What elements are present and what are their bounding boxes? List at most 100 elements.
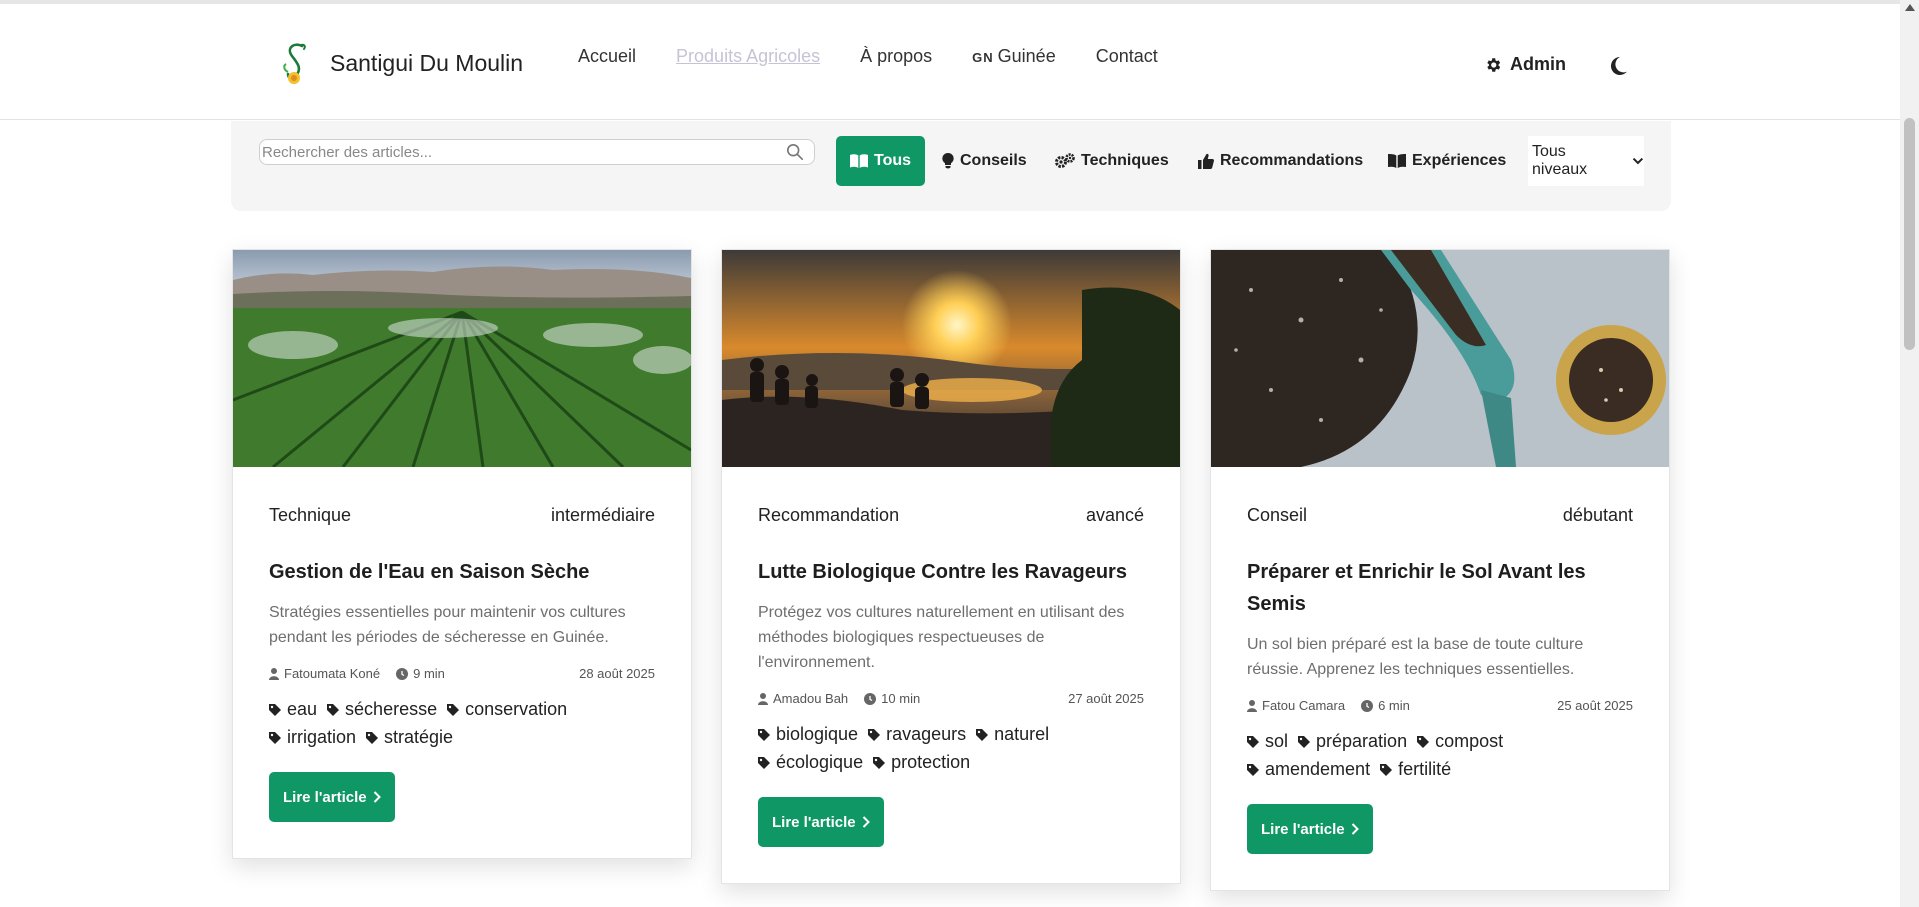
gears-icon [1055,153,1075,168]
article-image-soil-trowel [1211,250,1669,467]
tag[interactable]: ravageurs [868,724,966,745]
article-title[interactable]: Préparer et Enrichir le Sol Avant les Se… [1247,556,1633,620]
article-author: Fatoumata Koné [269,666,380,681]
chevron-down-icon [1632,157,1644,165]
article-date: 25 août 2025 [1557,698,1633,713]
article-author-name: Amadou Bah [773,691,849,706]
nav-link-accueil[interactable]: Accueil [578,46,636,67]
read-article-label: Lire l'article [772,813,856,831]
tag[interactable]: protection [873,752,970,773]
search-input[interactable] [260,140,780,164]
tag[interactable]: stratégie [366,727,453,748]
tag-label: protection [891,752,971,772]
read-article-label: Lire l'article [283,788,367,806]
open-book-icon [850,154,868,168]
nav-link-produits-agricoles[interactable]: Produits Agricoles [676,46,820,67]
article-card: Conseil débutant Préparer et Enrichir le… [1210,249,1670,891]
tag-label: biologique [776,724,859,744]
tag-icon [447,703,460,716]
brand-name: Santigui Du Moulin [330,49,524,76]
lightbulb-icon [942,153,954,169]
tag-icon [868,728,881,741]
tag-icon [976,728,989,741]
page: Santigui Du Moulin Accueil Produits Agri… [0,0,1919,907]
gear-icon [1487,57,1501,72]
nav-link-a-propos[interactable]: À propos [860,46,932,67]
filter-recommandations-label: Recommandations [1220,152,1364,169]
article-title[interactable]: Gestion de l'Eau en Saison Sèche [269,556,655,588]
filter-recommandations-button[interactable]: Recommandations [1198,136,1363,186]
tag-icon [269,731,281,744]
user-icon [269,667,279,680]
filter-conseils-button[interactable]: Conseils [942,136,1027,186]
tag[interactable]: sol [1247,731,1288,752]
article-info: Fatoumata Koné 9 min 28 août 2025 [269,666,655,681]
article-info-left: Fatoumata Koné 9 min [269,666,445,681]
article-category: Recommandation [758,505,900,525]
card-body: Conseil débutant Préparer et Enrichir le… [1211,467,1669,890]
tag[interactable]: sécheresse [327,699,437,720]
admin-label: Admin [1510,54,1566,74]
main-nav: Accueil Produits Agricoles À propos GN Gu… [578,46,1158,67]
admin-button[interactable]: Admin [1484,54,1566,75]
article-tags: sol préparation compost amendement ferti… [1247,731,1577,780]
read-article-button[interactable]: Lire l'article [269,772,395,822]
filter-tous-button[interactable]: Tous [836,136,926,186]
navbar: Santigui Du Moulin Accueil Produits Agri… [0,4,1900,120]
tag[interactable]: biologique [758,724,858,745]
tag-label: stratégie [384,727,454,747]
tag-icon [327,703,340,716]
article-info-left: Amadou Bah 10 min [758,691,920,706]
read-article-button[interactable]: Lire l'article [758,797,884,847]
tag[interactable]: compost [1417,731,1503,752]
card-meta: Recommandation avancé [758,505,1144,526]
article-author-name: Fatou Camara [1262,698,1346,713]
card-body: Recommandation avancé Lutte Biologique C… [722,467,1180,883]
article-category: Technique [269,505,352,525]
nav-link-guinee[interactable]: GN Guinée [972,46,1056,67]
filter-experiences-button[interactable]: Expériences [1388,136,1506,186]
read-article-label: Lire l'article [1261,820,1345,838]
tag[interactable]: eau [269,699,317,720]
article-tags: biologique ravageurs naturel écologique … [758,724,1088,773]
read-article-button[interactable]: Lire l'article [1247,804,1373,854]
tag[interactable]: écologique [758,752,863,773]
clock-icon [1361,699,1374,712]
tag-label: sol [1265,731,1289,751]
filter-tous-label: Tous [874,152,912,169]
brand[interactable]: Santigui Du Moulin [280,40,523,86]
tag-icon [1380,763,1393,776]
nav-link-contact[interactable]: Contact [1096,46,1158,67]
scrollbar-thumb[interactable] [1904,118,1915,350]
tag[interactable]: préparation [1298,731,1407,752]
article-read-time: 6 min [1361,698,1410,713]
tag[interactable]: fertilité [1380,759,1451,780]
moon-icon[interactable] [1606,54,1630,78]
filter-conseils-label: Conseils [960,152,1027,169]
tag[interactable]: conservation [447,699,567,720]
user-icon [1247,699,1257,712]
tag-icon [1298,735,1311,748]
tag[interactable]: irrigation [269,727,356,748]
tag[interactable]: naturel [976,724,1049,745]
tag-icon [758,728,770,741]
article-level: débutant [1562,505,1633,525]
tag-label: irrigation [287,727,357,747]
filter-techniques-button[interactable]: Techniques [1055,136,1169,186]
search-box[interactable] [259,139,815,165]
search-icon[interactable] [786,143,804,161]
article-read-time: 10 min [864,691,920,706]
article-title[interactable]: Lutte Biologique Contre les Ravageurs [758,556,1144,588]
scroll-up-arrow-icon[interactable] [1905,4,1915,11]
page-scrollbar[interactable] [1900,0,1919,907]
user-icon [758,692,768,705]
level-select[interactable]: Tous niveaux [1528,136,1644,186]
card-body: Technique intermédiaire Gestion de l'Eau… [233,467,691,858]
tag-icon [269,703,281,716]
article-card: Recommandation avancé Lutte Biologique C… [721,249,1181,884]
article-author: Fatou Camara [1247,698,1345,713]
article-author-name: Fatoumata Koné [284,666,381,681]
article-description: Stratégies essentielles pour maintenir v… [269,604,626,646]
tag[interactable]: amendement [1247,759,1370,780]
tag-label: conservation [465,699,568,719]
